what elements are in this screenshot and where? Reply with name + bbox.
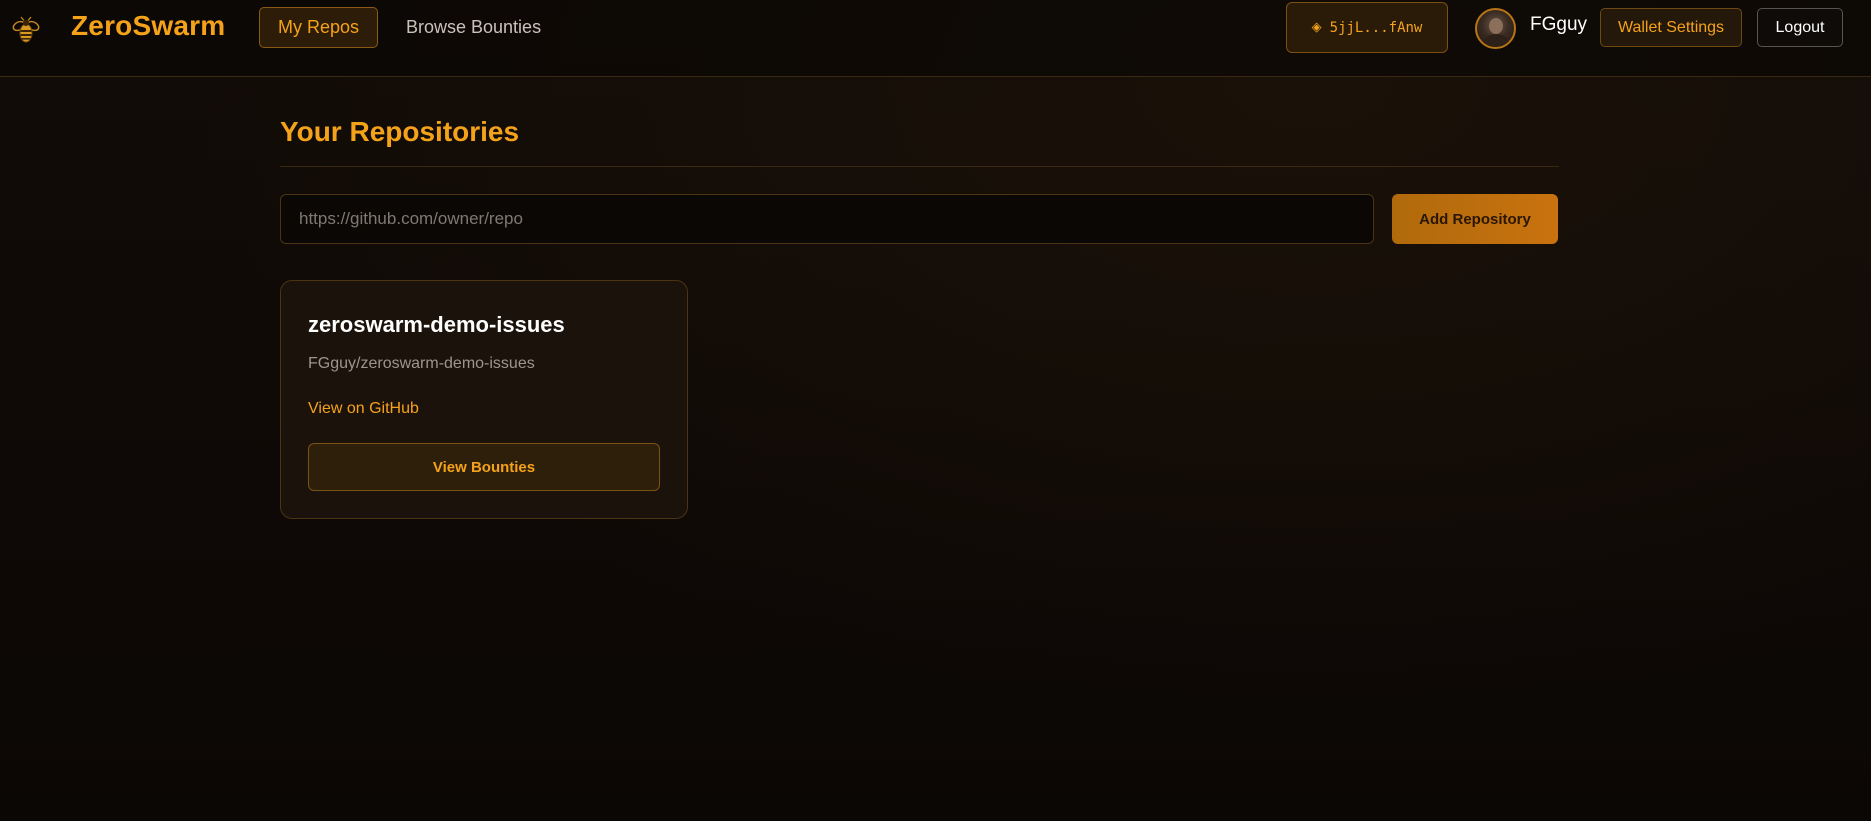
user-avatar[interactable]	[1475, 8, 1516, 49]
diamond-icon: ◈	[1311, 20, 1322, 35]
page-title: Your Repositories	[280, 116, 520, 147]
nav-browse-bounties[interactable]: Browse Bounties	[406, 7, 541, 48]
avatar-body	[1483, 34, 1509, 47]
repo-card: zeroswarm-demo-issues FGguy/zeroswarm-de…	[280, 280, 688, 519]
repo-url-input[interactable]	[280, 194, 1374, 244]
repo-full-name: FGguy/zeroswarm-demo-issues	[308, 355, 535, 372]
nav-my-repos[interactable]: My Repos	[259, 7, 378, 48]
username: FGguy	[1530, 14, 1588, 35]
avatar-face	[1489, 18, 1503, 34]
brand-name[interactable]: ZeroSwarm	[71, 10, 225, 42]
view-bounties-button[interactable]: View Bounties	[308, 443, 660, 491]
bee-icon[interactable]	[10, 14, 42, 46]
wallet-address-badge[interactable]: ◈ 5jjL...fAnw	[1286, 2, 1448, 53]
wallet-address: 5jjL...fAnw	[1329, 19, 1423, 36]
add-repository-button[interactable]: Add Repository	[1392, 194, 1558, 244]
logout-button[interactable]: Logout	[1757, 8, 1843, 47]
top-navbar: ZeroSwarm My Repos Browse Bounties ◈ 5jj…	[0, 0, 1871, 77]
wallet-settings-button[interactable]: Wallet Settings	[1600, 8, 1742, 47]
view-on-github-link[interactable]: View on GitHub	[308, 400, 419, 418]
repo-name: zeroswarm-demo-issues	[308, 312, 565, 337]
title-divider	[280, 166, 1559, 167]
